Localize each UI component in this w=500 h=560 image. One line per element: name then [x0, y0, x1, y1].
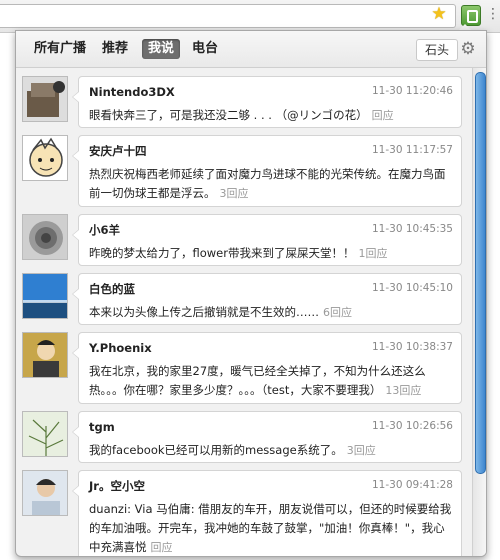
- timestamp: 11-30 09:41:28: [371, 479, 453, 491]
- extension-icon[interactable]: [461, 5, 481, 26]
- tab-mine[interactable]: 我说: [142, 39, 181, 59]
- reply-link[interactable]: 3回应: [220, 187, 249, 200]
- reply-link[interactable]: 回应: [151, 541, 173, 554]
- timestamp: 11-30 11:20:46: [371, 85, 453, 97]
- address-bar[interactable]: [0, 4, 456, 28]
- username[interactable]: 安庆卢十四: [89, 143, 147, 159]
- reply-link[interactable]: 6回应: [323, 306, 352, 319]
- user-button[interactable]: 石头: [416, 39, 459, 61]
- reply-link[interactable]: 3回应: [347, 444, 376, 457]
- reply-link[interactable]: 13回应: [385, 384, 421, 397]
- username[interactable]: Y.Phoenix: [89, 341, 152, 355]
- post-bubble: Y.Phoenix 11-30 10:38:37 我在北京，我的家里27度，暖气…: [72, 332, 462, 404]
- avatar[interactable]: [22, 470, 68, 516]
- username[interactable]: Nintendo3DX: [89, 85, 175, 99]
- timestamp: 11-30 10:45:10: [371, 282, 453, 294]
- username[interactable]: 小6羊: [89, 222, 120, 238]
- post-bubble: 白色的蓝 11-30 10:45:10 本来以为头像上传之后撤销就是不生效的………: [72, 273, 462, 325]
- timestamp: 11-30 10:45:35: [371, 223, 453, 235]
- post-text: 我的facebook已经可以用新的message系统了。: [89, 443, 343, 457]
- feed-list: Nintendo3DX 11-30 11:20:46 眼看快奔三了，可是我还没二…: [16, 68, 472, 556]
- timestamp: 11-30 11:17:57: [371, 144, 453, 156]
- reply-link[interactable]: 回应: [372, 109, 394, 122]
- gear-icon[interactable]: ⚙: [458, 39, 478, 59]
- post-bubble: 小6羊 11-30 10:45:35 昨晚的梦太给力了，flower带我来到了屎…: [72, 214, 462, 266]
- timestamp: 11-30 10:38:37: [371, 341, 453, 353]
- post-text: duanzi: Via 马伯庸: 借朋友的车开，朋友说借可以，但还的时候要给我的…: [89, 502, 452, 554]
- post-text: 眼看快奔三了，可是我还没二够 . . . （@リンゴの花）: [89, 108, 368, 122]
- tab-recommend[interactable]: 推荐: [96, 39, 134, 59]
- more-icon[interactable]: ⋮: [486, 5, 500, 24]
- scrollbar[interactable]: [472, 68, 486, 556]
- tab-all[interactable]: 所有广播: [28, 39, 92, 59]
- post-bubble: tgm 11-30 10:26:56 我的facebook已经可以用新的mess…: [72, 411, 462, 463]
- scrollbar-thumb[interactable]: [475, 72, 486, 474]
- post-text: 本来以为头像上传之后撤销就是不生效的……: [89, 305, 319, 319]
- avatar[interactable]: [22, 135, 68, 181]
- timestamp: 11-30 10:26:56: [371, 420, 453, 432]
- username[interactable]: 白色的蓝: [89, 281, 135, 297]
- post-bubble: Nintendo3DX 11-30 11:20:46 眼看快奔三了，可是我还没二…: [72, 76, 462, 128]
- avatar[interactable]: [22, 411, 68, 457]
- post-bubble: 安庆卢十四 11-30 11:17:57 热烈庆祝梅西老师延续了面对魔力鸟进球不…: [72, 135, 462, 207]
- avatar[interactable]: [22, 332, 68, 378]
- post-bubble: Jr。空小空 11-30 09:41:28 duanzi: Via 马伯庸: 借…: [72, 470, 462, 556]
- username[interactable]: tgm: [89, 420, 115, 434]
- extension-popup: 所有广播 推荐 我说 电台 石头 ⚙ Nintendo3DX 11-30 11:…: [15, 30, 487, 557]
- tab-radio[interactable]: 电台: [186, 39, 224, 59]
- avatar[interactable]: [22, 76, 68, 122]
- post-text: 昨晚的梦太给力了，flower带我来到了屎屎天堂！！: [89, 246, 355, 260]
- browser-toolbar: ★ ⋮: [0, 0, 500, 33]
- avatar[interactable]: [22, 273, 68, 319]
- username[interactable]: Jr。空小空: [89, 478, 145, 494]
- post-text: 热烈庆祝梅西老师延续了面对魔力鸟进球不能的光荣传统。在魔力鸟面前一切伪球王都是浮…: [89, 167, 446, 200]
- post-text: 我在北京，我的家里27度，暖气已经全关掉了，不知为什么还这么热。。。你在哪？家里…: [89, 364, 426, 397]
- star-icon[interactable]: ★: [430, 5, 448, 23]
- reply-link[interactable]: 1回应: [359, 247, 388, 260]
- tab-bar: 所有广播 推荐 我说 电台 石头 ⚙: [16, 31, 486, 68]
- avatar[interactable]: [22, 214, 68, 260]
